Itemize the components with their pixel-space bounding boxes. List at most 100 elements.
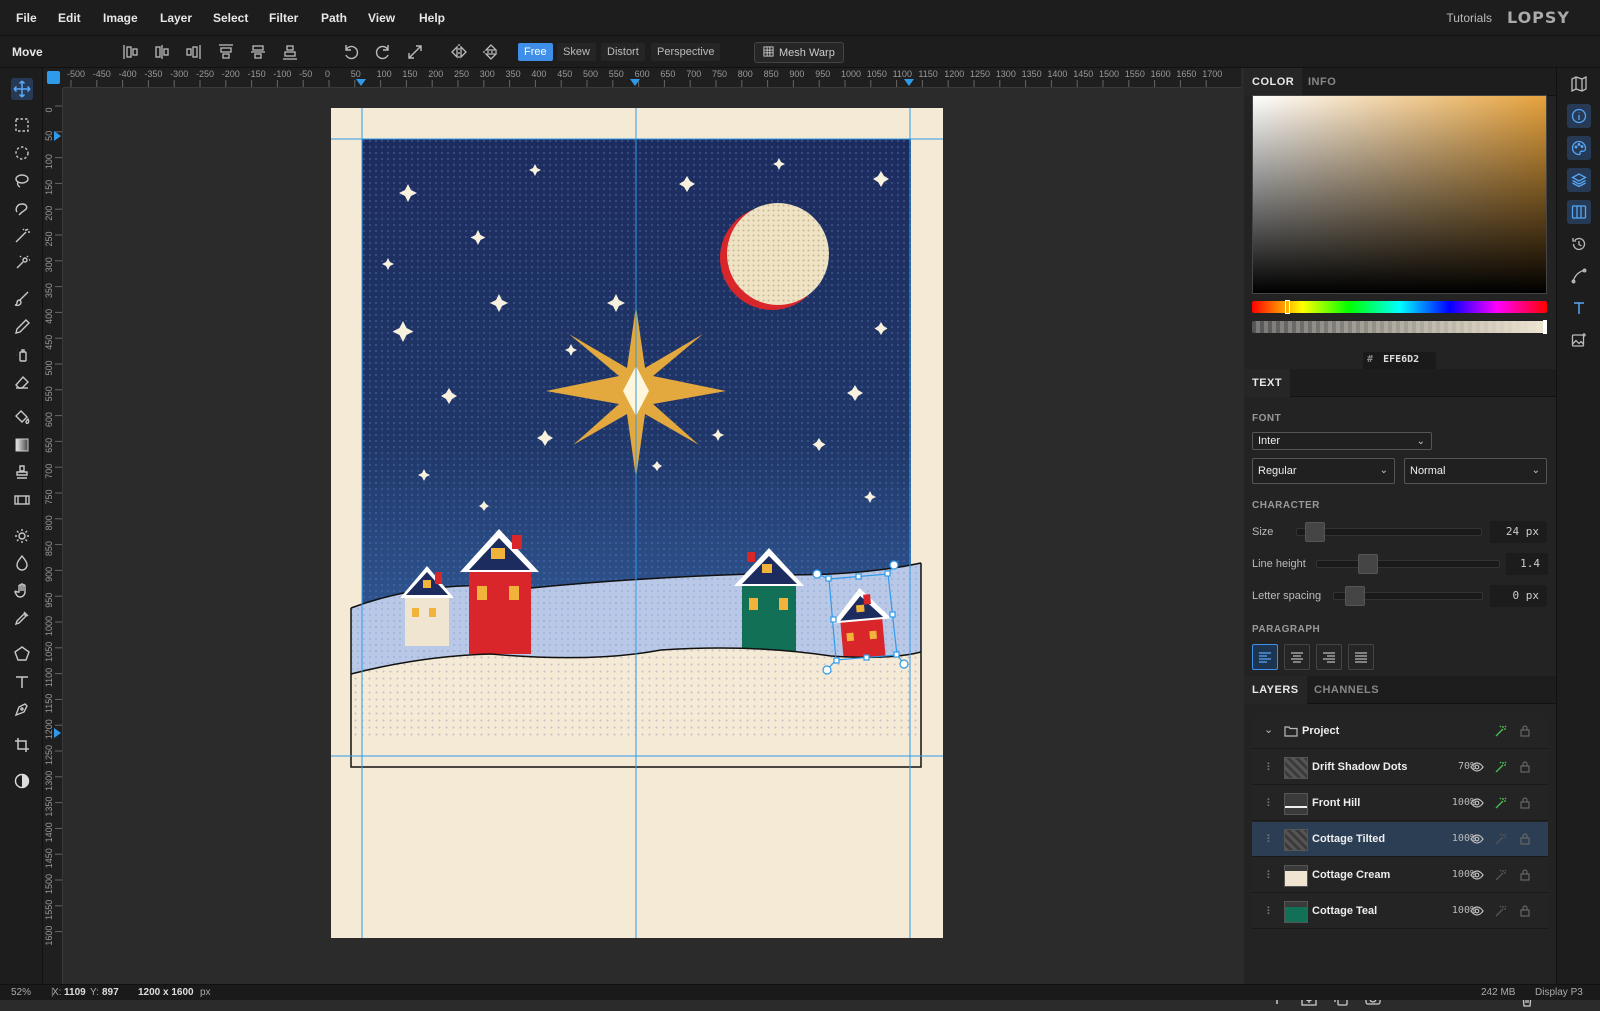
color-panel-toggle[interactable] [1567, 136, 1591, 160]
layer-opacity[interactable]: 100% [1424, 905, 1476, 916]
document-canvas[interactable] [331, 108, 943, 938]
eyedropper-tool[interactable] [11, 607, 33, 629]
drag-handle-icon[interactable]: ⠇ [1266, 833, 1274, 846]
alpha-slider-thumb[interactable] [1543, 320, 1547, 334]
lock-icon[interactable] [1518, 724, 1532, 738]
menu-path[interactable]: Path [321, 11, 347, 25]
eye-icon[interactable] [1470, 904, 1484, 918]
drag-handle-icon[interactable]: ⠇ [1266, 761, 1274, 774]
mode-perspective-button[interactable]: Perspective [651, 43, 721, 61]
lock-icon[interactable] [1518, 904, 1532, 918]
drag-handle-icon[interactable]: ⠇ [1266, 797, 1274, 810]
lock-icon[interactable] [1518, 796, 1532, 810]
size-slider-thumb[interactable] [1305, 522, 1325, 542]
align-right-icon[interactable] [183, 42, 203, 62]
mode-distort-button[interactable]: Distort [601, 43, 645, 61]
move-tool[interactable] [11, 78, 33, 100]
layer-group-project[interactable]: ⌄ Project [1252, 714, 1548, 749]
flip-horizontal-icon[interactable] [449, 42, 469, 62]
align-top-icon[interactable] [216, 42, 236, 62]
fill-tool[interactable] [11, 406, 33, 428]
align-left-icon[interactable] [121, 42, 141, 62]
effects-icon[interactable] [1494, 724, 1508, 738]
quick-select-tool[interactable] [11, 252, 33, 274]
guide-marker-icon[interactable] [904, 79, 914, 86]
pencil-tool[interactable] [11, 316, 33, 338]
rotate-right-icon[interactable] [373, 42, 393, 62]
letter-spacing-slider-thumb[interactable] [1345, 586, 1365, 606]
map-panel-toggle[interactable] [1567, 72, 1591, 96]
vertical-ruler[interactable]: 0 50 100 150 200 250 300 350 400 450 500 550 600 650 7… [43, 88, 63, 984]
brush-tool[interactable] [11, 288, 33, 310]
effects-icon[interactable] [1494, 904, 1508, 918]
layer-row[interactable]: ⠇ Front Hill 100% [1252, 786, 1548, 821]
drag-handle-icon[interactable]: ⠇ [1266, 869, 1274, 882]
mode-skew-button[interactable]: Skew [557, 43, 596, 61]
align-center-h-icon[interactable] [152, 42, 172, 62]
flip-vertical-icon[interactable] [481, 42, 501, 62]
ellipse-select-tool[interactable] [11, 142, 33, 164]
eye-icon[interactable] [1470, 868, 1484, 882]
menu-filter[interactable]: Filter [269, 11, 298, 25]
pen-tool[interactable] [11, 698, 33, 720]
effects-icon[interactable] [1494, 760, 1508, 774]
menu-layer[interactable]: Layer [160, 11, 192, 25]
channels-panel-toggle[interactable] [1567, 200, 1591, 224]
layer-opacity[interactable]: 100% [1424, 797, 1476, 808]
size-value[interactable]: 24 px [1490, 521, 1547, 543]
font-style-select[interactable]: Normal ⌄ [1404, 458, 1547, 484]
layer-row[interactable]: ⠇ Cottage Cream 100% [1252, 858, 1548, 893]
lock-icon[interactable] [1518, 760, 1532, 774]
shape-tool[interactable] [11, 643, 33, 665]
horizontal-ruler[interactable]: -500 -450 -400 -350 -300 -250 -200 -150 -100 -50 0… [63, 68, 1241, 88]
tab-color[interactable]: COLOR [1244, 68, 1303, 96]
lasso-tool[interactable] [11, 170, 33, 192]
tab-channels[interactable]: CHANNELS [1306, 676, 1387, 704]
eraser-tool[interactable] [11, 371, 33, 393]
menu-image[interactable]: Image [103, 11, 138, 25]
gradient-tool[interactable] [11, 434, 33, 456]
guide-marker-icon[interactable] [54, 728, 61, 738]
chevron-down-icon[interactable]: ⌄ [1264, 723, 1273, 736]
rect-select-tool[interactable] [11, 114, 33, 136]
font-family-select[interactable]: Inter ⌄ [1252, 432, 1432, 450]
lock-icon[interactable] [1518, 868, 1532, 882]
layer-row[interactable]: ⠇ Cottage Teal 100% [1252, 894, 1548, 929]
line-height-slider[interactable] [1316, 554, 1500, 574]
line-height-value[interactable]: 1.4 [1506, 553, 1548, 575]
line-height-slider-thumb[interactable] [1358, 554, 1378, 574]
align-justify-button[interactable] [1348, 644, 1374, 670]
eye-icon[interactable] [1470, 832, 1484, 846]
tab-text[interactable]: TEXT [1244, 369, 1291, 397]
drag-handle-icon[interactable]: ⠇ [1266, 905, 1274, 918]
menu-view[interactable]: View [368, 11, 395, 25]
font-weight-select[interactable]: Regular ⌄ [1252, 458, 1395, 484]
lock-icon[interactable] [1518, 832, 1532, 846]
tab-layers[interactable]: LAYERS [1244, 676, 1307, 704]
rotate-left-icon[interactable] [341, 42, 361, 62]
guide-toggle-icon[interactable] [47, 71, 60, 84]
layers-panel-toggle[interactable] [1567, 168, 1591, 192]
crop-tool[interactable] [11, 734, 33, 756]
text-tool[interactable] [11, 671, 33, 693]
effects-icon[interactable] [1494, 796, 1508, 810]
spray-tool[interactable] [11, 343, 33, 365]
menu-file[interactable]: File [16, 11, 37, 25]
layer-row[interactable]: ⠇ Cottage Tilted 100% [1252, 822, 1548, 857]
letter-spacing-slider[interactable] [1333, 586, 1483, 606]
dodge-tool[interactable] [11, 525, 33, 547]
tab-info[interactable]: INFO [1300, 68, 1344, 96]
eye-icon[interactable] [1470, 796, 1484, 810]
align-left-button[interactable] [1252, 644, 1278, 670]
letter-spacing-value[interactable]: 0 px [1490, 585, 1547, 607]
filmstrip-tool[interactable] [11, 489, 33, 511]
layer-row[interactable]: ⠇ Drift Shadow Dots 70% [1252, 750, 1548, 785]
layer-opacity[interactable]: 70% [1424, 761, 1476, 772]
menu-edit[interactable]: Edit [58, 11, 81, 25]
align-center-button[interactable] [1284, 644, 1310, 670]
image-panel-toggle[interactable] [1567, 328, 1591, 352]
zoom-level[interactable]: 52% [11, 987, 31, 998]
burn-tool[interactable] [11, 552, 33, 574]
info-panel-toggle[interactable] [1567, 104, 1591, 128]
effects-icon[interactable] [1494, 868, 1508, 882]
